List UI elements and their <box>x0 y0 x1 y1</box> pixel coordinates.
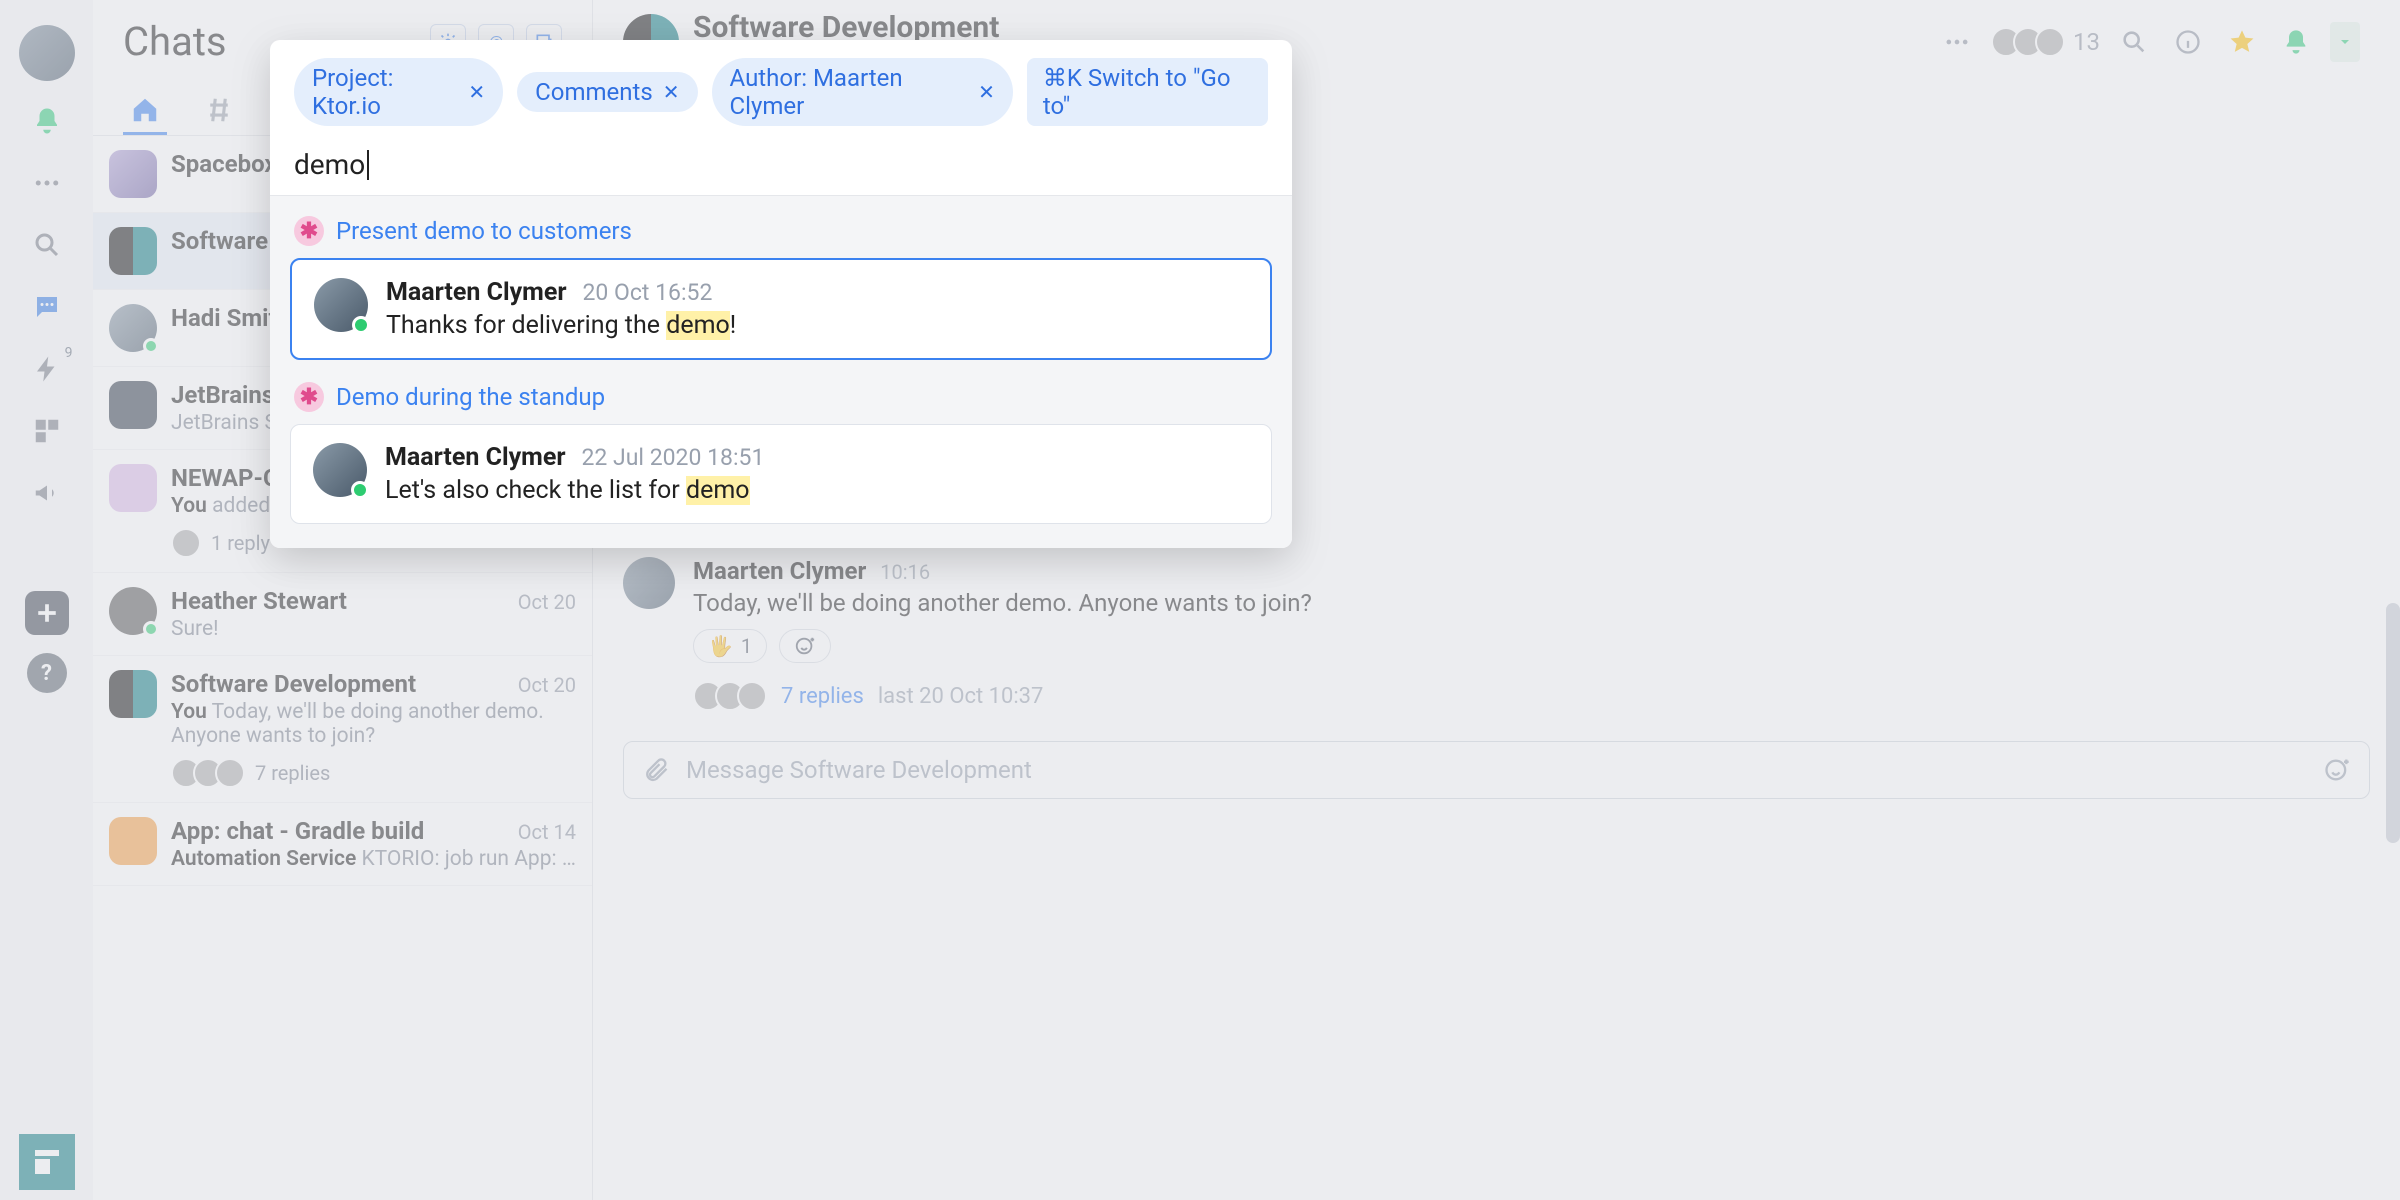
result-time: 22 Jul 2020 18:51 <box>581 444 764 471</box>
modal-overlay[interactable]: Project: Ktor.io✕ Comments✕ Author: Maar… <box>0 0 2400 1200</box>
filter-chip-comments[interactable]: Comments✕ <box>517 72 697 112</box>
close-icon[interactable]: ✕ <box>978 80 995 104</box>
search-result[interactable]: Maarten Clymer 20 Oct 16:52 Thanks for de… <box>290 258 1272 360</box>
search-result[interactable]: Maarten Clymer 22 Jul 2020 18:51 Let's al… <box>290 424 1272 524</box>
result-group-header[interactable]: ✱ Demo during the standup <box>294 382 1272 412</box>
result-avatar <box>314 278 368 332</box>
asterisk-icon: ✱ <box>294 382 324 412</box>
result-author: Maarten Clymer <box>386 278 566 307</box>
result-time: 20 Oct 16:52 <box>582 279 712 306</box>
filter-chip-author[interactable]: Author: Maarten Clymer✕ <box>712 58 1013 126</box>
close-icon[interactable]: ✕ <box>663 80 680 104</box>
close-icon[interactable]: ✕ <box>468 80 485 104</box>
goto-hint[interactable]: ⌘K Switch to "Go to" <box>1027 58 1268 126</box>
result-text: Let's also check the list for demo <box>385 476 1249 505</box>
presence-dot <box>352 316 370 334</box>
result-text: Thanks for delivering the demo! <box>386 311 1248 340</box>
text-caret <box>367 150 369 180</box>
search-results: ✱ Present demo to customers Maarten Clym… <box>270 195 1292 548</box>
asterisk-icon: ✱ <box>294 216 324 246</box>
filter-chip-project[interactable]: Project: Ktor.io✕ <box>294 58 503 126</box>
search-highlight: demo <box>686 476 750 505</box>
presence-dot <box>351 481 369 499</box>
result-avatar <box>313 443 367 497</box>
result-author: Maarten Clymer <box>385 443 565 472</box>
search-highlight: demo <box>666 311 730 340</box>
result-group-header[interactable]: ✱ Present demo to customers <box>294 216 1272 246</box>
search-input[interactable]: demo <box>294 148 1268 181</box>
search-modal: Project: Ktor.io✕ Comments✕ Author: Maar… <box>270 40 1292 548</box>
